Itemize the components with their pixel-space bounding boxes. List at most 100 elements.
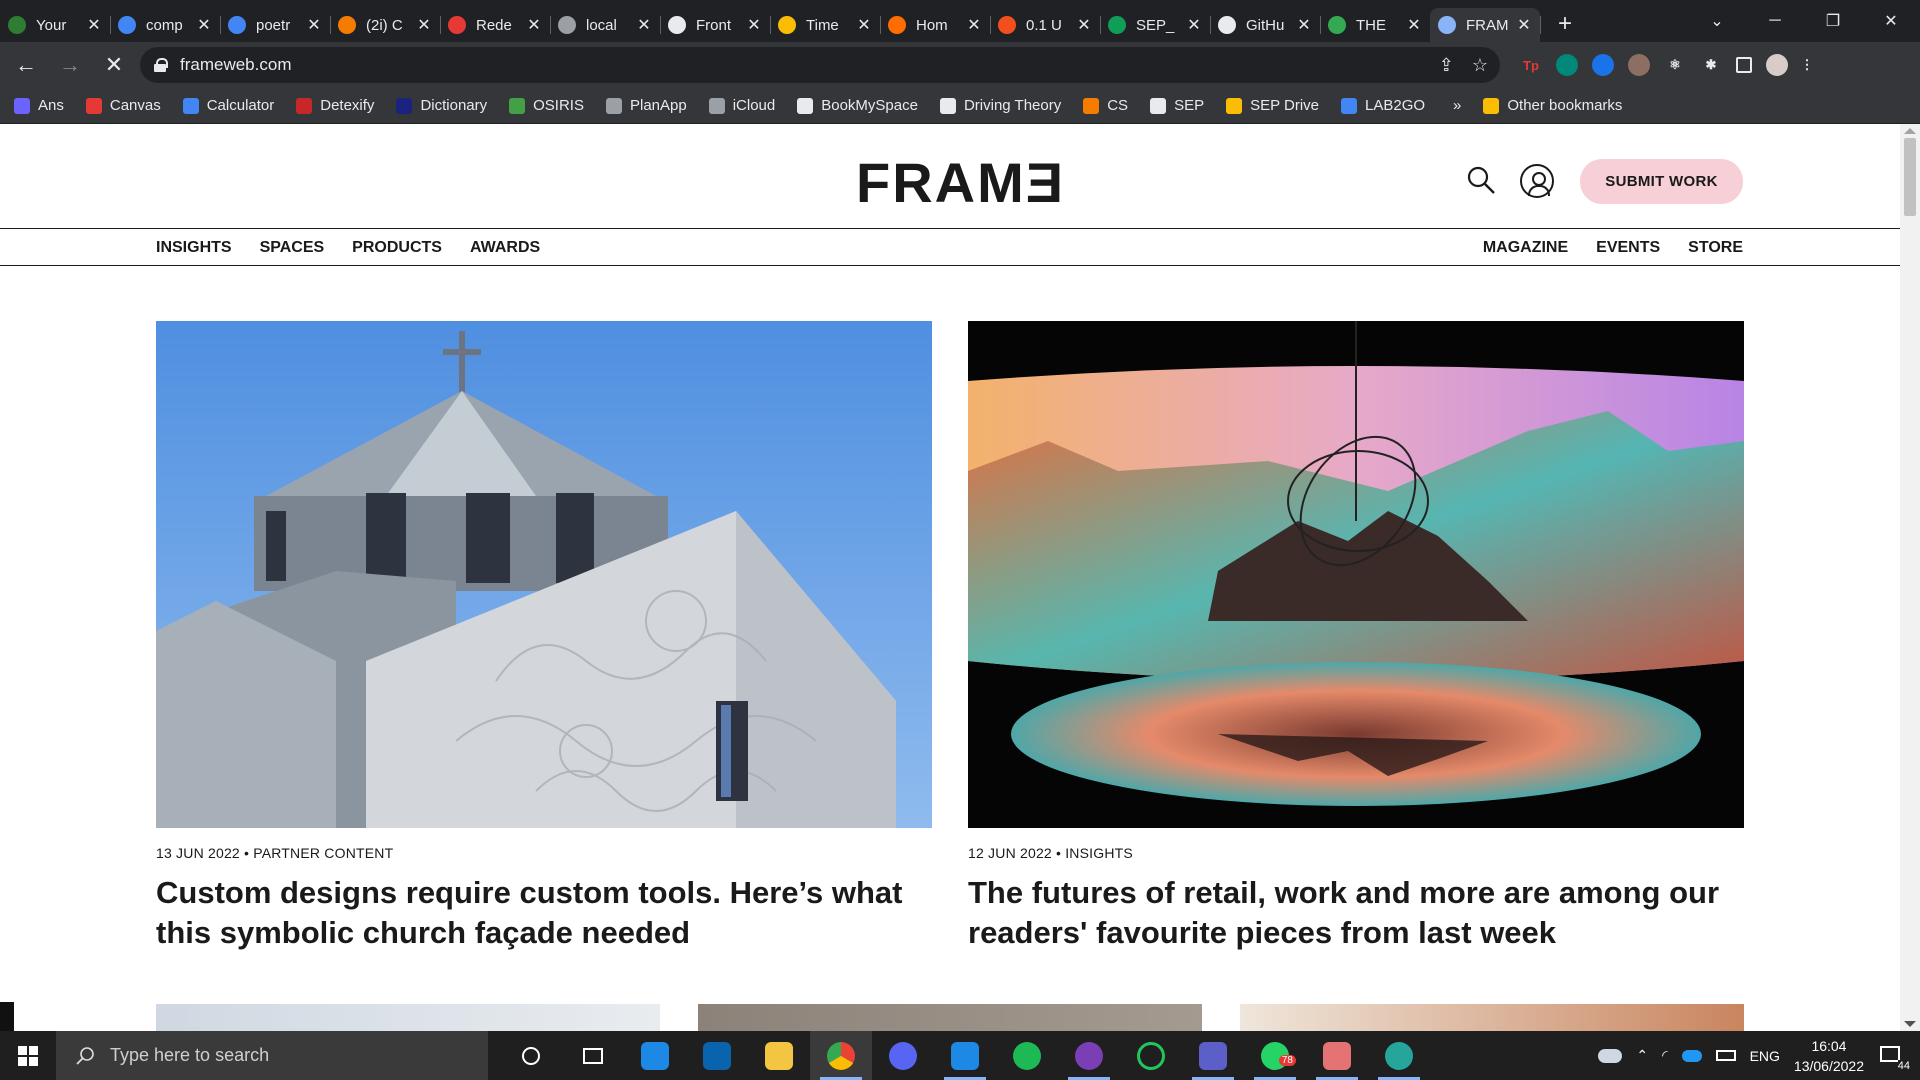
taskbar-search-box[interactable]: Type here to search bbox=[56, 1031, 488, 1080]
clock[interactable]: 16:04 13/06/2022 bbox=[1794, 1036, 1864, 1076]
tab-close-icon[interactable]: ✕ bbox=[306, 15, 322, 35]
extension-react-icon[interactable]: ⚛ bbox=[1664, 54, 1686, 76]
back-button[interactable]: ← bbox=[8, 47, 44, 83]
bookmark-item[interactable]: Driving Theory bbox=[939, 97, 1061, 114]
nav-link[interactable]: PRODUCTS bbox=[352, 239, 442, 257]
bookmark-item[interactable]: OSIRIS bbox=[509, 97, 584, 114]
article-title[interactable]: Custom designs require custom tools. Her… bbox=[156, 873, 932, 953]
bookmark-item[interactable]: iCloud bbox=[708, 97, 775, 114]
calendar-app-icon[interactable] bbox=[624, 1031, 686, 1080]
side-widget[interactable] bbox=[0, 1002, 14, 1031]
browser-tab[interactable]: GitHu ✕ bbox=[1210, 8, 1321, 42]
file-explorer-icon[interactable] bbox=[748, 1031, 810, 1080]
extension-arc-icon[interactable] bbox=[1556, 54, 1578, 76]
browser-tab[interactable]: comp ✕ bbox=[110, 8, 221, 42]
show-hidden-icons-icon[interactable]: ⌃ bbox=[1636, 1047, 1648, 1064]
tab-close-icon[interactable]: ✕ bbox=[416, 15, 432, 35]
scroll-down-arrow[interactable] bbox=[1904, 1021, 1916, 1027]
nav-link[interactable]: SPACES bbox=[260, 239, 325, 257]
onedrive-icon[interactable] bbox=[1598, 1048, 1623, 1063]
side-panel-icon[interactable] bbox=[1736, 57, 1752, 73]
bookmark-item[interactable]: LAB2GO bbox=[1341, 97, 1425, 114]
browser-tab[interactable]: FRAM ✕ bbox=[1430, 8, 1541, 42]
article-thumbnail[interactable] bbox=[698, 1004, 1202, 1031]
tab-close-icon[interactable]: ✕ bbox=[86, 15, 102, 35]
browser-tab[interactable]: Your ✕ bbox=[0, 8, 111, 42]
new-tab-button[interactable]: + bbox=[1548, 7, 1582, 41]
minimize-button[interactable]: ─ bbox=[1746, 0, 1804, 42]
browser-tab[interactable]: THE ✕ bbox=[1320, 8, 1431, 42]
extension-owl-icon[interactable] bbox=[1628, 54, 1650, 76]
bookmark-item[interactable]: Dictionary bbox=[396, 97, 487, 114]
start-button[interactable] bbox=[0, 1031, 56, 1080]
browser-tab[interactable]: (2i) C ✕ bbox=[330, 8, 441, 42]
github-desktop-icon[interactable] bbox=[1058, 1031, 1120, 1080]
spotify-app-icon[interactable] bbox=[996, 1031, 1058, 1080]
article-thumbnail[interactable] bbox=[1240, 1004, 1744, 1031]
immersive-landscape-image[interactable] bbox=[968, 321, 1744, 828]
close-window-button[interactable]: ✕ bbox=[1862, 0, 1920, 42]
tab-close-icon[interactable]: ✕ bbox=[526, 15, 542, 35]
extension-de-icon[interactable] bbox=[1592, 54, 1614, 76]
snipping-tool-icon[interactable] bbox=[1306, 1031, 1368, 1080]
bookmark-item[interactable]: SEP bbox=[1150, 97, 1204, 114]
nav-link[interactable]: INSIGHTS bbox=[156, 239, 232, 257]
browser-tab[interactable]: poetr ✕ bbox=[220, 8, 331, 42]
battery-icon[interactable] bbox=[1715, 1050, 1736, 1061]
stop-loading-button[interactable]: ✕ bbox=[96, 47, 132, 83]
browser-tab[interactable]: Rede ✕ bbox=[440, 8, 551, 42]
church-facade-image[interactable] bbox=[156, 321, 932, 828]
vscode-app-icon[interactable] bbox=[934, 1031, 996, 1080]
bookmark-item[interactable]: Canvas bbox=[85, 97, 161, 114]
bookmark-item[interactable]: Ans bbox=[14, 97, 64, 114]
teams-app-icon[interactable] bbox=[1182, 1031, 1244, 1080]
tab-close-icon[interactable]: ✕ bbox=[966, 15, 982, 35]
browser-tab[interactable]: local ✕ bbox=[550, 8, 661, 42]
bookmark-item[interactable]: CS bbox=[1083, 97, 1128, 114]
nav-link[interactable]: STORE bbox=[1688, 239, 1743, 257]
tab-search-icon[interactable]: ⌄ bbox=[1688, 0, 1746, 42]
bookmark-item[interactable]: PlanApp bbox=[605, 97, 687, 114]
loading-app-icon[interactable] bbox=[1120, 1031, 1182, 1080]
forward-button[interactable]: → bbox=[52, 47, 88, 83]
submit-work-button[interactable]: SUBMIT WORK bbox=[1580, 159, 1743, 204]
network-icon[interactable]: ◜ bbox=[1662, 1047, 1667, 1064]
nav-link[interactable]: MAGAZINE bbox=[1483, 239, 1568, 257]
bookmark-item[interactable]: Detexify bbox=[296, 97, 374, 114]
article-thumbnail[interactable] bbox=[156, 1004, 660, 1031]
article-card[interactable]: 13 JUN 2022 • PARTNER CONTENT Custom des… bbox=[156, 321, 932, 953]
search-icon[interactable] bbox=[1466, 165, 1496, 195]
tab-close-icon[interactable]: ✕ bbox=[1516, 15, 1532, 35]
restore-button[interactable]: ❐ bbox=[1804, 0, 1862, 42]
browser-tab[interactable]: 0.1 U ✕ bbox=[990, 8, 1101, 42]
bookmark-item[interactable]: Calculator bbox=[182, 97, 274, 114]
bookmark-star-icon[interactable]: ☆ bbox=[1472, 55, 1488, 76]
extensions-puzzle-icon[interactable]: ✱ bbox=[1700, 54, 1722, 76]
outlook-app-icon[interactable] bbox=[686, 1031, 748, 1080]
address-bar[interactable]: frameweb.com ⇪ ☆ bbox=[140, 47, 1500, 83]
tab-close-icon[interactable]: ✕ bbox=[746, 15, 762, 35]
profile-avatar[interactable] bbox=[1766, 54, 1788, 76]
page-scrollbar[interactable] bbox=[1900, 124, 1920, 1031]
bookmarks-overflow-button[interactable]: » bbox=[1453, 97, 1461, 114]
frame-logo[interactable]: FRAMƎ bbox=[856, 150, 1065, 215]
tab-close-icon[interactable]: ✕ bbox=[636, 15, 652, 35]
chrome-app-icon[interactable] bbox=[810, 1031, 872, 1080]
browser-tab[interactable]: Hom ✕ bbox=[880, 8, 991, 42]
scroll-up-arrow[interactable] bbox=[1904, 128, 1916, 134]
discord-app-icon[interactable] bbox=[872, 1031, 934, 1080]
article-card[interactable]: 12 JUN 2022 • INSIGHTS The futures of re… bbox=[968, 321, 1744, 953]
tab-close-icon[interactable]: ✕ bbox=[1076, 15, 1092, 35]
arc-app-icon[interactable] bbox=[1368, 1031, 1430, 1080]
tab-close-icon[interactable]: ✕ bbox=[1406, 15, 1422, 35]
language-indicator[interactable]: ENG bbox=[1750, 1048, 1780, 1064]
browser-tab[interactable]: Time ✕ bbox=[770, 8, 881, 42]
nav-link[interactable]: AWARDS bbox=[470, 239, 540, 257]
cortana-icon[interactable] bbox=[500, 1031, 562, 1080]
tab-close-icon[interactable]: ✕ bbox=[856, 15, 872, 35]
notifications-button[interactable]: 44 bbox=[1878, 1042, 1910, 1072]
tab-close-icon[interactable]: ✕ bbox=[1186, 15, 1202, 35]
tab-close-icon[interactable]: ✕ bbox=[1296, 15, 1312, 35]
task-view-icon[interactable] bbox=[562, 1031, 624, 1080]
other-bookmarks[interactable]: Other bookmarks bbox=[1483, 97, 1622, 114]
